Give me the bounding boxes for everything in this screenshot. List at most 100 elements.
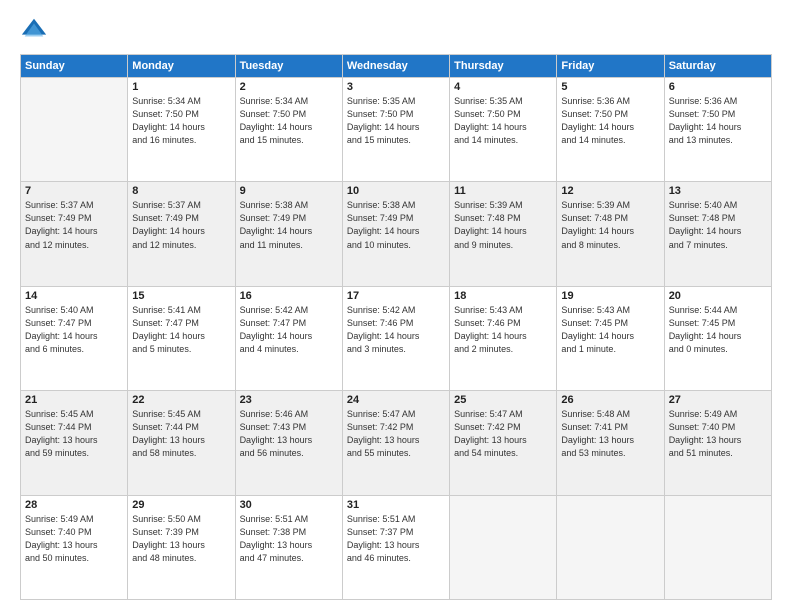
weekday-wednesday: Wednesday: [342, 55, 449, 78]
calendar-week-4: 28Sunrise: 5:49 AM Sunset: 7:40 PM Dayli…: [21, 495, 772, 599]
day-info: Sunrise: 5:45 AM Sunset: 7:44 PM Dayligh…: [25, 408, 123, 460]
calendar-week-2: 14 Sunrise: 5:40 AM Sunset: 7:47 PM Dayli…: [21, 286, 772, 390]
calendar-cell: 3 Sunrise: 5:35 AM Sunset: 7:50 PM Daylig…: [342, 78, 449, 182]
day-info: Sunrise: 5:40 AM Sunset: 7:47 PM Dayligh…: [25, 304, 123, 356]
day-info: Sunrise: 5:39 AM Sunset: 7:48 PM Dayligh…: [561, 199, 659, 251]
weekday-sunday: Sunday: [21, 55, 128, 78]
calendar-week-0: 1 Sunrise: 5:34 AM Sunset: 7:50 PM Daylig…: [21, 78, 772, 182]
day-number: 18: [454, 290, 552, 302]
calendar-cell: 2Sunrise: 5:34 AM Sunset: 7:50 PM Daylig…: [235, 78, 342, 182]
calendar-cell: 9 Sunrise: 5:38 AM Sunset: 7:49 PM Daylig…: [235, 182, 342, 286]
day-number: 13: [669, 185, 767, 197]
day-info: Sunrise: 5:38 AM Sunset: 7:49 PM Dayligh…: [347, 199, 445, 251]
calendar-cell: 21 Sunrise: 5:45 AM Sunset: 7:44 PM Dayli…: [21, 391, 128, 495]
day-info: Sunrise: 5:42 AM Sunset: 7:46 PM Dayligh…: [347, 304, 445, 356]
calendar-cell: 12 Sunrise: 5:39 AM Sunset: 7:48 PM Dayli…: [557, 182, 664, 286]
day-info: Sunrise: 5:37 AM Sunset: 7:49 PM Dayligh…: [25, 199, 123, 251]
calendar-cell: 1 Sunrise: 5:34 AM Sunset: 7:50 PM Daylig…: [128, 78, 235, 182]
day-info: Sunrise: 5:36 AM Sunset: 7:50 PM Dayligh…: [669, 95, 767, 147]
calendar-cell: 24 Sunrise: 5:47 AM Sunset: 7:42 PM Dayli…: [342, 391, 449, 495]
weekday-header-row: SundayMondayTuesdayWednesdayThursdayFrid…: [21, 55, 772, 78]
day-info: Sunrise: 5:50 AM Sunset: 7:39 PM Dayligh…: [132, 513, 230, 565]
day-number: 19: [561, 290, 659, 302]
day-info: Sunrise: 5:48 AM Sunset: 7:41 PM Dayligh…: [561, 408, 659, 460]
calendar-cell: 19 Sunrise: 5:43 AM Sunset: 7:45 PM Dayli…: [557, 286, 664, 390]
day-info: Sunrise: 5:38 AM Sunset: 7:49 PM Dayligh…: [240, 199, 338, 251]
calendar-cell: 8Sunrise: 5:37 AM Sunset: 7:49 PM Daylig…: [128, 182, 235, 286]
day-number: 21: [25, 394, 123, 406]
day-info: Sunrise: 5:43 AM Sunset: 7:46 PM Dayligh…: [454, 304, 552, 356]
day-info: Sunrise: 5:34 AM Sunset: 7:50 PM Dayligh…: [132, 95, 230, 147]
calendar-cell: [450, 495, 557, 599]
day-number: 17: [347, 290, 445, 302]
day-number: 25: [454, 394, 552, 406]
day-info: Sunrise: 5:51 AM Sunset: 7:37 PM Dayligh…: [347, 513, 445, 565]
calendar-cell: 20 Sunrise: 5:44 AM Sunset: 7:45 PM Dayli…: [664, 286, 771, 390]
calendar-cell: 13 Sunrise: 5:40 AM Sunset: 7:48 PM Dayli…: [664, 182, 771, 286]
calendar-cell: 22 Sunrise: 5:45 AM Sunset: 7:44 PM Dayli…: [128, 391, 235, 495]
day-info: Sunrise: 5:39 AM Sunset: 7:48 PM Dayligh…: [454, 199, 552, 251]
day-number: 15: [132, 290, 230, 302]
calendar-cell: 17 Sunrise: 5:42 AM Sunset: 7:46 PM Dayli…: [342, 286, 449, 390]
calendar-cell: 31 Sunrise: 5:51 AM Sunset: 7:37 PM Dayli…: [342, 495, 449, 599]
calendar-week-1: 7 Sunrise: 5:37 AM Sunset: 7:49 PM Daylig…: [21, 182, 772, 286]
calendar-cell: 28Sunrise: 5:49 AM Sunset: 7:40 PM Dayli…: [21, 495, 128, 599]
day-info: Sunrise: 5:43 AM Sunset: 7:45 PM Dayligh…: [561, 304, 659, 356]
calendar-cell: 23Sunrise: 5:46 AM Sunset: 7:43 PM Dayli…: [235, 391, 342, 495]
calendar-cell: [557, 495, 664, 599]
day-info: Sunrise: 5:47 AM Sunset: 7:42 PM Dayligh…: [347, 408, 445, 460]
day-number: 4: [454, 81, 552, 93]
logo: [20, 16, 52, 44]
day-info: Sunrise: 5:44 AM Sunset: 7:45 PM Dayligh…: [669, 304, 767, 356]
day-number: 23: [240, 394, 338, 406]
day-info: Sunrise: 5:40 AM Sunset: 7:48 PM Dayligh…: [669, 199, 767, 251]
calendar-cell: 14 Sunrise: 5:40 AM Sunset: 7:47 PM Dayli…: [21, 286, 128, 390]
calendar-cell: 6 Sunrise: 5:36 AM Sunset: 7:50 PM Daylig…: [664, 78, 771, 182]
day-number: 22: [132, 394, 230, 406]
calendar-cell: 5 Sunrise: 5:36 AM Sunset: 7:50 PM Daylig…: [557, 78, 664, 182]
day-number: 9: [240, 185, 338, 197]
day-number: 29: [132, 499, 230, 511]
day-info: Sunrise: 5:34 AM Sunset: 7:50 PM Dayligh…: [240, 95, 338, 147]
calendar-cell: 27Sunrise: 5:49 AM Sunset: 7:40 PM Dayli…: [664, 391, 771, 495]
day-number: 24: [347, 394, 445, 406]
day-number: 16: [240, 290, 338, 302]
day-number: 1: [132, 81, 230, 93]
day-number: 14: [25, 290, 123, 302]
day-number: 31: [347, 499, 445, 511]
day-info: Sunrise: 5:42 AM Sunset: 7:47 PM Dayligh…: [240, 304, 338, 356]
day-number: 26: [561, 394, 659, 406]
logo-icon: [20, 16, 48, 44]
weekday-saturday: Saturday: [664, 55, 771, 78]
day-info: Sunrise: 5:41 AM Sunset: 7:47 PM Dayligh…: [132, 304, 230, 356]
header: [20, 16, 772, 44]
calendar-cell: 26 Sunrise: 5:48 AM Sunset: 7:41 PM Dayli…: [557, 391, 664, 495]
day-number: 11: [454, 185, 552, 197]
calendar-cell: 15 Sunrise: 5:41 AM Sunset: 7:47 PM Dayli…: [128, 286, 235, 390]
weekday-friday: Friday: [557, 55, 664, 78]
calendar-cell: [664, 495, 771, 599]
weekday-monday: Monday: [128, 55, 235, 78]
day-info: Sunrise: 5:47 AM Sunset: 7:42 PM Dayligh…: [454, 408, 552, 460]
day-number: 7: [25, 185, 123, 197]
weekday-tuesday: Tuesday: [235, 55, 342, 78]
day-info: Sunrise: 5:36 AM Sunset: 7:50 PM Dayligh…: [561, 95, 659, 147]
calendar-cell: 7 Sunrise: 5:37 AM Sunset: 7:49 PM Daylig…: [21, 182, 128, 286]
day-number: 5: [561, 81, 659, 93]
day-info: Sunrise: 5:51 AM Sunset: 7:38 PM Dayligh…: [240, 513, 338, 565]
calendar-cell: 29 Sunrise: 5:50 AM Sunset: 7:39 PM Dayli…: [128, 495, 235, 599]
day-number: 3: [347, 81, 445, 93]
calendar-cell: 30Sunrise: 5:51 AM Sunset: 7:38 PM Dayli…: [235, 495, 342, 599]
calendar-cell: 25 Sunrise: 5:47 AM Sunset: 7:42 PM Dayli…: [450, 391, 557, 495]
calendar-cell: 10 Sunrise: 5:38 AM Sunset: 7:49 PM Dayli…: [342, 182, 449, 286]
day-number: 6: [669, 81, 767, 93]
page: SundayMondayTuesdayWednesdayThursdayFrid…: [0, 0, 792, 612]
calendar-cell: 16 Sunrise: 5:42 AM Sunset: 7:47 PM Dayli…: [235, 286, 342, 390]
day-number: 12: [561, 185, 659, 197]
calendar-cell: [21, 78, 128, 182]
day-number: 8: [132, 185, 230, 197]
day-number: 10: [347, 185, 445, 197]
day-number: 20: [669, 290, 767, 302]
day-info: Sunrise: 5:45 AM Sunset: 7:44 PM Dayligh…: [132, 408, 230, 460]
day-info: Sunrise: 5:35 AM Sunset: 7:50 PM Dayligh…: [347, 95, 445, 147]
